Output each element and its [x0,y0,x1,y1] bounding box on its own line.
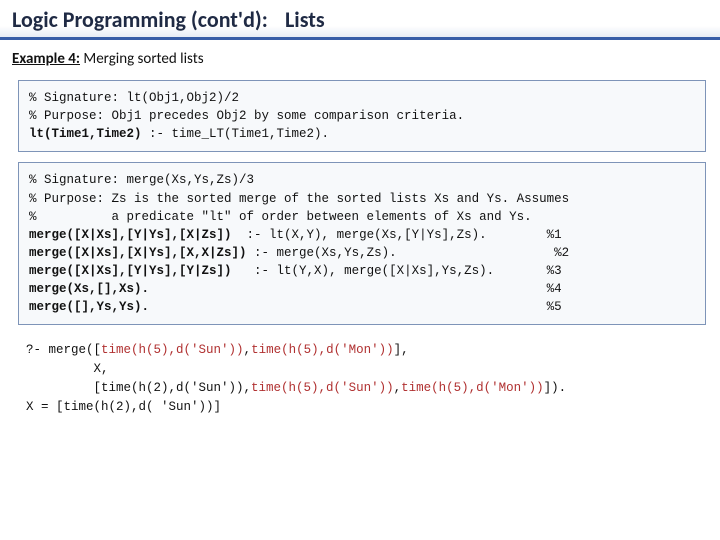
query-text: , [244,343,252,357]
code-line: % Purpose: Zs is the sorted merge of the… [29,192,569,206]
query-text: ?- merge([ [26,343,101,357]
query-term-red: time(h(5),d('Mon')) [401,381,544,395]
code-line-head: merge(Xs,[],Xs). [29,282,149,296]
code-block-merge: % Signature: merge(Xs,Ys,Zs)/3 % Purpose… [18,162,706,325]
query-block: ?- merge([time(h(5),d('Sun')),time(h(5),… [18,335,706,422]
code-line: % a predicate "lt" of order between elem… [29,210,532,224]
example-label: Example 4: [12,50,80,68]
query-text: X, [26,362,109,376]
example-text: Merging sorted lists [80,50,204,68]
code-line: % Signature: merge(Xs,Ys,Zs)/3 [29,173,254,187]
title-bar: Logic Programming (cont'd): Lists [0,0,720,40]
query-term-red: time(h(5),d('Sun')) [101,343,244,357]
query-text: , [394,381,402,395]
query-text: ]). [544,381,567,395]
title-spacer [271,6,281,33]
title-part1: Logic Programming (cont'd): [12,6,268,33]
code-line-head: merge([X|Xs],[X|Ys],[X,X|Zs]) [29,246,247,260]
code-line-head: lt(Time1,Time2) [29,127,142,141]
code-line-head: merge([],Ys,Ys). [29,300,149,314]
query-term-red: time(h(5),d('Mon')) [251,343,394,357]
code-block-lt: % Signature: lt(Obj1,Obj2)/2 % Purpose: … [18,80,706,152]
code-line-body: %4 [149,282,562,296]
code-line-body: %5 [149,300,562,314]
query-text: [time(h(2),d('Sun')), [26,381,251,395]
code-line-body: :- merge(Xs,Ys,Zs). %2 [247,246,570,260]
code-line-head: merge([X|Xs],[Y|Ys],[X|Zs]) [29,228,232,242]
code-line: % Signature: lt(Obj1,Obj2)/2 [29,91,239,105]
code-line-head: merge([X|Xs],[Y|Ys],[Y|Zs]) [29,264,232,278]
slide: Logic Programming (cont'd): Lists Exampl… [0,0,720,540]
query-term-red: time(h(5),d('Sun')) [251,381,394,395]
example-heading: Example 4: Merging sorted lists [0,40,720,74]
title-part2: Lists [285,6,325,33]
code-line: % Purpose: Obj1 precedes Obj2 by some co… [29,109,464,123]
code-line-body: :- lt(Y,X), merge([X|Xs],Ys,Zs). %3 [232,264,562,278]
query-result: X = [time(h(2),d( 'Sun'))] [26,400,221,414]
query-text: ], [394,343,409,357]
code-line-body: :- time_LT(Time1,Time2). [142,127,330,141]
code-line-body: :- lt(X,Y), merge(Xs,[Y|Ys],Zs). %1 [232,228,562,242]
